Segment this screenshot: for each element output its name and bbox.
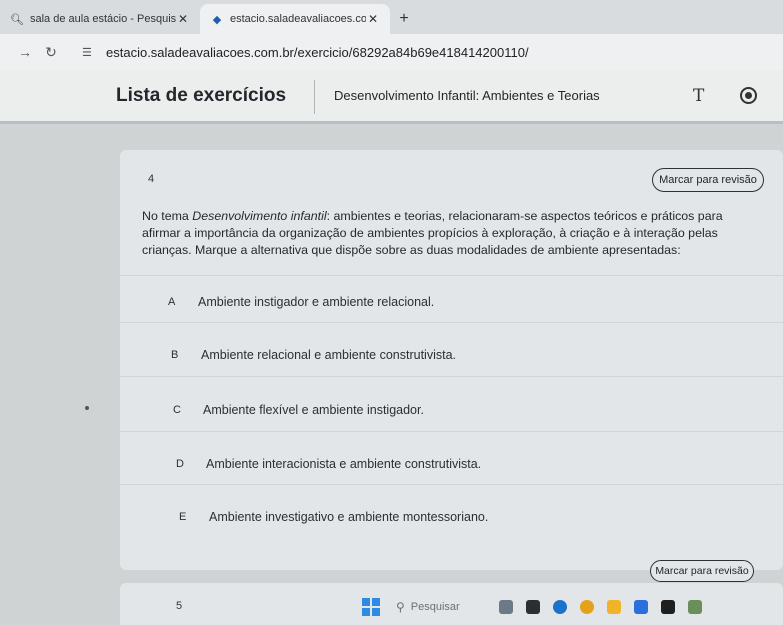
forward-icon[interactable]: → bbox=[12, 44, 38, 60]
widgets-icon[interactable] bbox=[526, 599, 540, 614]
windows-start-icon[interactable] bbox=[362, 597, 380, 616]
tab-title: estacio.saladeavaliacoes.com.br bbox=[230, 13, 366, 25]
store-icon[interactable] bbox=[634, 599, 648, 614]
option-d[interactable]: D Ambiente interacionista e ambiente con… bbox=[176, 457, 481, 471]
question-number: 4 bbox=[148, 173, 155, 185]
url-text: estacio.saladeavaliacoes.com.br/exercici… bbox=[106, 44, 529, 60]
search-icon: 🔍︎ bbox=[10, 13, 24, 26]
option-text: Ambiente interacionista e ambiente const… bbox=[206, 457, 482, 471]
chrome-browser-icon[interactable] bbox=[580, 599, 594, 614]
subject-title: Desenvolvimento Infantil: Ambientes e Te… bbox=[334, 88, 600, 103]
close-tab-icon[interactable]: ✕ bbox=[366, 12, 380, 26]
url-field[interactable]: ☰ estacio.saladeavaliacoes.com.br/exerci… bbox=[82, 45, 529, 60]
option-letter: B bbox=[171, 349, 179, 361]
new-tab-button[interactable]: + bbox=[390, 4, 418, 34]
app-icon[interactable] bbox=[688, 599, 702, 614]
header-divider bbox=[314, 80, 315, 114]
browser-tab-strip: 🔍︎ sala de aula estácio - Pesquisar ✕ ◆ … bbox=[0, 0, 783, 34]
question-text-italic: Desenvolvimento infantil bbox=[192, 209, 327, 223]
option-divider bbox=[120, 484, 783, 485]
option-letter: C bbox=[173, 404, 181, 416]
tab-search[interactable]: 🔍︎ sala de aula estácio - Pesquisar ✕ bbox=[0, 4, 200, 34]
option-text: Ambiente investigativo e ambiente montes… bbox=[209, 510, 489, 524]
reload-icon[interactable]: ↻ bbox=[38, 44, 64, 61]
option-letter: D bbox=[176, 458, 184, 470]
option-divider bbox=[120, 376, 783, 377]
mark-for-review-button[interactable]: Marcar para revisão bbox=[652, 168, 764, 192]
option-b[interactable]: B Ambiente relacional e ambiente constru… bbox=[171, 348, 456, 362]
taskbar-search[interactable]: ⚲ Pesquisar bbox=[396, 600, 486, 614]
task-view-icon[interactable] bbox=[499, 599, 513, 614]
question-text-prefix: No tema bbox=[142, 209, 193, 223]
option-text: Ambiente flexível e ambiente instigador. bbox=[203, 403, 424, 417]
accessibility-target-icon[interactable] bbox=[740, 87, 757, 104]
option-divider bbox=[120, 275, 783, 276]
mark-for-review-button[interactable]: Marcar para revisão bbox=[650, 560, 754, 582]
site-diamond-icon: ◆ bbox=[212, 13, 222, 26]
taskbar-search-placeholder: Pesquisar bbox=[410, 600, 460, 613]
question-text: No tema Desenvolvimento infantil: ambien… bbox=[142, 208, 752, 259]
page-header: Lista de exercícios Desenvolvimento Infa… bbox=[0, 70, 783, 124]
option-divider bbox=[120, 322, 783, 323]
tab-exercise[interactable]: ◆ estacio.saladeavaliacoes.com.br ✕ bbox=[200, 4, 390, 34]
option-letter: A bbox=[168, 296, 176, 308]
dropbox-icon[interactable] bbox=[661, 599, 675, 614]
option-text: Ambiente instigador e ambiente relaciona… bbox=[198, 295, 435, 309]
question-number: 5 bbox=[176, 600, 183, 612]
windows-taskbar: ⚲ Pesquisar bbox=[340, 588, 783, 625]
option-c[interactable]: C Ambiente flexível e ambiente instigado… bbox=[173, 403, 424, 417]
address-bar: → ↻ ☰ estacio.saladeavaliacoes.com.br/ex… bbox=[0, 34, 783, 70]
option-e[interactable]: E Ambiente investigativo e ambiente mont… bbox=[179, 510, 488, 524]
search-icon: ⚲ bbox=[396, 599, 405, 614]
option-a[interactable]: A Ambiente instigador e ambiente relacio… bbox=[168, 295, 434, 309]
site-info-icon[interactable]: ☰ bbox=[82, 46, 100, 59]
option-letter: E bbox=[179, 511, 187, 523]
file-explorer-icon[interactable] bbox=[607, 599, 621, 614]
tab-title: sala de aula estácio - Pesquisar bbox=[30, 13, 176, 25]
edge-browser-icon[interactable] bbox=[553, 599, 567, 614]
option-divider bbox=[120, 431, 783, 432]
decorative-dot bbox=[85, 406, 89, 410]
option-text: Ambiente relacional e ambiente construti… bbox=[201, 348, 456, 362]
close-tab-icon[interactable]: ✕ bbox=[176, 12, 190, 26]
page-title: Lista de exercícios bbox=[116, 84, 287, 106]
font-size-icon[interactable]: T bbox=[693, 86, 704, 106]
question-card: 4 Marcar para revisão No tema Desenvolvi… bbox=[120, 150, 783, 570]
